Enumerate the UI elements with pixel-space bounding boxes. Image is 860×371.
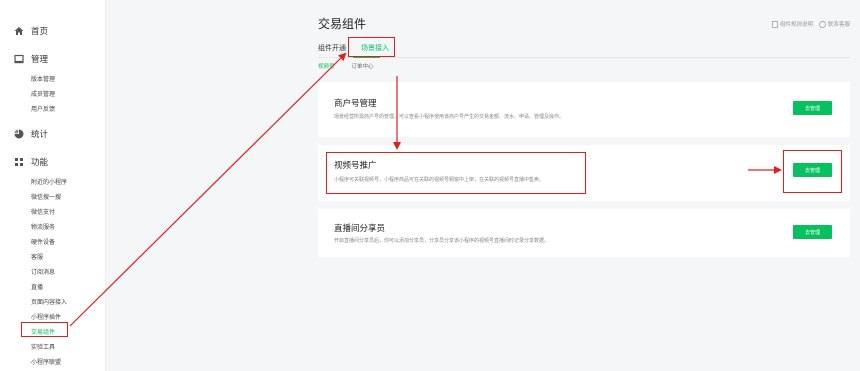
nav-manage[interactable]: 管理 — [14, 53, 48, 65]
rules-link[interactable]: 组件规则说明 — [772, 20, 813, 28]
sidebar: 首页 管理 版本管理 成员管理 用户反馈 统计 功能 附近的小程序 微信搜一搜 … — [0, 0, 106, 371]
sidebar-item-members[interactable]: 成员管理 — [31, 89, 55, 98]
sidebar-item-pay[interactable]: 微信支付 — [31, 207, 55, 216]
card-merchant-title: 商户号管理 — [334, 99, 377, 109]
sidebar-item-search[interactable]: 微信搜一搜 — [31, 192, 61, 201]
subtab-channels[interactable]: 视频号 — [318, 62, 335, 70]
page-title: 交易组件 — [318, 17, 367, 31]
subtab-bar: 视频号 订单中心 — [318, 62, 391, 70]
chat-icon — [819, 20, 826, 28]
sidebar-item-logistics[interactable]: 物流服务 — [31, 222, 55, 231]
rules-link-label: 组件规则说明 — [779, 22, 813, 28]
nav-function-label: 功能 — [31, 158, 49, 168]
nav-manage-label: 管理 — [31, 55, 49, 65]
nav-stats-label: 统计 — [31, 130, 49, 140]
nav-function[interactable]: 功能 — [14, 156, 48, 168]
card-live-sharer-desc: 开启直播间分享员后，你可以添加分享员，分享员分享该小程序的视频号直播间时记录分享… — [334, 238, 550, 244]
annotation-box-card — [326, 152, 586, 194]
nav-stats[interactable]: 统计 — [14, 128, 48, 140]
contact-link[interactable]: 联系客服 — [819, 20, 850, 28]
arrow-sidebar-to-tab — [69, 52, 347, 327]
manage-icon — [14, 54, 24, 64]
sidebar-item-plugin[interactable]: 小程序插件 — [31, 312, 61, 321]
sidebar-item-live[interactable]: 直播 — [31, 282, 43, 291]
stats-icon — [14, 129, 24, 139]
subtab-orders[interactable]: 订单中心 — [352, 62, 374, 70]
document-icon — [772, 20, 778, 28]
sidebar-item-lab[interactable]: 实验工具 — [31, 342, 55, 351]
sidebar-item-service[interactable]: 客服 — [31, 252, 43, 261]
contact-link-label: 联系客服 — [827, 22, 850, 28]
card-live-sharer: 直播间分享员 开启直播间分享员后，你可以添加分享员，分享员分享该小程序的视频号直… — [318, 209, 850, 257]
sidebar-item-union[interactable]: 小程序联盟 — [31, 357, 61, 366]
home-icon — [14, 26, 24, 36]
tab-divider — [318, 57, 850, 58]
card-live-sharer-title: 直播间分享员 — [334, 224, 386, 234]
card-merchant: 商户号管理 场景经营所需商户号的管理，可以查看小程序使用该商户号产生的交易金额、… — [318, 82, 850, 137]
top-links: 组件规则说明 联系客服 — [772, 20, 850, 28]
sidebar-item-content[interactable]: 页面内容接入 — [31, 297, 67, 306]
nav-home-label: 首页 — [31, 27, 49, 37]
annotation-box-tab — [348, 37, 395, 57]
page: 首页 管理 版本管理 成员管理 用户反馈 统计 功能 附近的小程序 微信搜一搜 … — [0, 0, 860, 371]
live-sharer-manage-button[interactable]: 去管理 — [793, 225, 832, 239]
annotation-box-sidebar — [21, 322, 68, 337]
card-merchant-desc: 场景经营所需商户号的管理，可以查看小程序使用该商户号产生的交易金额、流水、申请、… — [334, 114, 565, 120]
sidebar-item-subscribe[interactable]: 订阅消息 — [31, 267, 55, 276]
sidebar-item-nearby[interactable]: 附近的小程序 — [31, 177, 67, 186]
annotation-box-button — [783, 150, 842, 193]
sidebar-item-version[interactable]: 版本管理 — [31, 74, 55, 83]
merchant-manage-button[interactable]: 去管理 — [793, 101, 832, 115]
function-icon — [14, 157, 24, 167]
sidebar-item-feedback[interactable]: 用户反馈 — [31, 104, 55, 113]
sidebar-item-hardware[interactable]: 硬件设备 — [31, 237, 55, 246]
tab-activation[interactable]: 组件开通 — [318, 43, 346, 53]
nav-home[interactable]: 首页 — [14, 25, 48, 37]
